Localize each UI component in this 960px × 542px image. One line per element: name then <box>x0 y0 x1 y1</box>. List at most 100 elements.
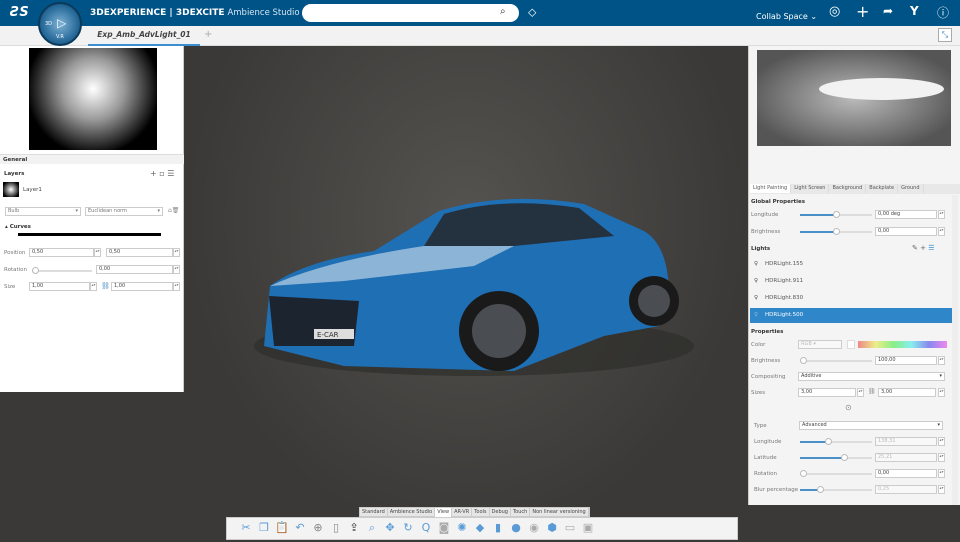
spinner[interactable]: ▴▾ <box>938 210 945 219</box>
rotation-slider[interactable] <box>32 267 92 274</box>
light-item-selected[interactable]: ♀ HDRLight.500 <box>750 308 952 323</box>
toolbar-tab[interactable]: Standard <box>360 508 388 517</box>
cut-icon[interactable]: ✂ <box>239 521 253 535</box>
layer-item[interactable]: Layer1 <box>23 187 42 193</box>
export-icon[interactable]: ⇪ <box>347 521 361 535</box>
search-zoom-icon[interactable]: ⌕ <box>365 521 379 535</box>
compositing-select[interactable]: Additive ▾ <box>798 372 945 381</box>
brightness-input[interactable]: 0,00 <box>875 227 937 236</box>
longitude-input[interactable]: 0,00 deg <box>875 210 937 219</box>
adv-input[interactable]: 0,00 <box>875 469 937 478</box>
add-layer-icon[interactable]: + ▫ ☰ <box>150 169 174 178</box>
undo-icon[interactable]: ↶ <box>293 521 307 535</box>
collapse-icon[interactable]: ⤡ <box>938 28 952 42</box>
spinner[interactable]: ▴▾ <box>857 388 864 397</box>
globe-icon[interactable]: ● <box>509 521 523 535</box>
light-item[interactable]: ♀ HDRLight.155 <box>750 257 952 272</box>
spinner[interactable]: ▴▾ <box>938 437 945 446</box>
toolbar-tab[interactable]: Debug <box>490 508 511 517</box>
view-icon[interactable]: ▣ <box>581 521 595 535</box>
tab-backplate[interactable]: Backplate <box>866 184 899 193</box>
curves-section[interactable]: ▴ Curves <box>5 224 31 230</box>
size-a-input[interactable]: 3,00 <box>798 388 856 397</box>
camera-icon[interactable]: ◙ <box>437 521 451 535</box>
brightness-slider[interactable] <box>800 228 872 235</box>
paste-icon[interactable]: 📋 <box>275 521 289 535</box>
tab-light-screen[interactable]: Light Screen <box>791 184 830 193</box>
spinner[interactable]: ▴▾ <box>938 388 945 397</box>
light-actions-icons[interactable]: ✎ + ☰ <box>912 244 934 252</box>
tab-background[interactable]: Background <box>829 184 867 193</box>
adv-slider[interactable] <box>800 486 872 493</box>
spinner[interactable]: ▴▾ <box>173 248 180 257</box>
size-x-input[interactable]: 1,00 <box>29 282 90 291</box>
search-input[interactable] <box>302 4 519 22</box>
pan-icon[interactable]: ✥ <box>383 521 397 535</box>
tab-experience[interactable]: Exp_Amb_AdvLight_01 <box>88 26 200 46</box>
light-item[interactable]: ♀ HDRLight.830 <box>750 291 952 306</box>
rotate-icon[interactable]: ↻ <box>401 521 415 535</box>
tab-ground[interactable]: Ground <box>898 184 924 193</box>
shape-select[interactable]: Bulb ▾ <box>5 207 81 216</box>
color-swatch[interactable] <box>847 340 855 349</box>
collab-space-dropdown[interactable]: Collab Space ⌄ <box>756 12 817 21</box>
database-icon[interactable]: ▮ <box>491 521 505 535</box>
size-y-input[interactable]: 1,00 <box>111 282 173 291</box>
toolbar-tab[interactable]: AR-VR <box>452 508 473 517</box>
3d-viewport[interactable]: E-CAR <box>184 46 748 540</box>
right-scrollbar[interactable] <box>952 195 958 505</box>
link-icon[interactable]: ⛓ <box>101 282 110 290</box>
lock-delete-icons[interactable]: ⌂🗑 <box>168 207 179 214</box>
spinner[interactable]: ▴▾ <box>938 356 945 365</box>
ds-logo-icon[interactable]: ƧS <box>10 5 29 20</box>
type-select[interactable]: Advanced ▾ <box>799 421 943 430</box>
p-brightness-slider[interactable] <box>800 357 872 364</box>
tag-icon[interactable]: ⬦ <box>528 5 536 20</box>
tab-light-painting[interactable]: Light Painting <box>750 184 792 193</box>
toolbar-tab[interactable]: Tools <box>472 508 490 517</box>
spinner[interactable]: ▴▾ <box>173 282 180 291</box>
hex-icon[interactable]: ⬢ <box>545 521 559 535</box>
help-icon[interactable]: ⓘ <box>937 4 949 21</box>
look-icon[interactable]: Q <box>419 521 433 535</box>
select-icon[interactable]: ▭ <box>563 521 577 535</box>
user-icon[interactable]: ◎ <box>829 4 840 19</box>
cube-icon[interactable]: ◆ <box>473 521 487 535</box>
adv-input[interactable]: 0,25 <box>875 485 937 494</box>
toolbar-tab[interactable]: Non linear versioning <box>530 508 589 517</box>
zoom-icon[interactable]: ⊕ <box>311 521 325 535</box>
toolbar-tab[interactable]: Ambience Studio <box>388 508 436 517</box>
norm-select[interactable]: Euclidean norm ▾ <box>85 207 163 216</box>
add-tab-button[interactable]: + <box>204 29 212 40</box>
search-icon[interactable]: ⌕ <box>500 6 506 17</box>
toolbar-tab[interactable]: Touch <box>511 508 531 517</box>
share-icon[interactable]: ➦ <box>883 4 893 18</box>
add-icon[interactable]: + <box>856 2 869 21</box>
light-item[interactable]: ♀ HDRLight.911 <box>750 274 952 289</box>
color-spectrum[interactable] <box>858 341 947 348</box>
hdr-map-preview[interactable] <box>757 50 951 146</box>
adv-slider[interactable] <box>800 438 872 445</box>
toolbar-tab[interactable]: View <box>435 508 453 517</box>
spinner[interactable]: ▴▾ <box>173 265 180 274</box>
spinner[interactable]: ▴▾ <box>938 227 945 236</box>
longitude-slider[interactable] <box>800 211 872 218</box>
position-x-input[interactable]: 0,50 <box>29 248 94 257</box>
compass-icon[interactable]: 3D ▷ V.R <box>38 2 82 46</box>
community-icon[interactable]: Y <box>910 4 919 18</box>
spinner[interactable]: ▴▾ <box>94 248 101 257</box>
spinner[interactable]: ▴▾ <box>90 282 97 291</box>
color-mode-select[interactable]: RGB ▾ <box>798 340 842 349</box>
curve-gradient[interactable] <box>18 233 161 236</box>
collapse-up-icon[interactable]: ⊙ <box>845 403 852 412</box>
render-icon[interactable]: ✺ <box>455 521 469 535</box>
rotation-input[interactable]: 0,00 <box>96 265 173 274</box>
copy-icon[interactable]: ❐ <box>257 521 271 535</box>
position-y-input[interactable]: 0,50 <box>106 248 173 257</box>
adv-slider[interactable] <box>800 454 872 461</box>
adv-input[interactable]: 138,31 <box>875 437 937 446</box>
sphere-icon[interactable]: ◉ <box>527 521 541 535</box>
spinner[interactable]: ▴▾ <box>938 485 945 494</box>
general-section[interactable]: General <box>0 154 184 164</box>
size-b-input[interactable]: 3,00 <box>878 388 936 397</box>
